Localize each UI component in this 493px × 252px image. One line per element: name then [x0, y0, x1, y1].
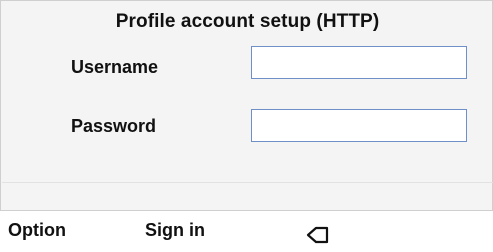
softkey-divider [0, 210, 493, 211]
password-input[interactable] [251, 109, 467, 142]
backspace-icon[interactable] [304, 224, 330, 246]
option-softkey[interactable]: Option [8, 220, 66, 241]
username-label: Username [71, 57, 159, 77]
softkey-bar: Option Sign in [0, 210, 493, 252]
username-input[interactable] [251, 46, 467, 79]
panel-divider [2, 182, 493, 183]
page-title: Profile account setup (HTTP) [115, 11, 380, 32]
password-label: Password [71, 116, 157, 136]
phone-screen: Profile account setup (HTTP) Username Pa… [0, 0, 493, 252]
sign-in-softkey[interactable]: Sign in [145, 220, 205, 241]
account-setup-panel: Profile account setup (HTTP) Username Pa… [0, 0, 493, 211]
